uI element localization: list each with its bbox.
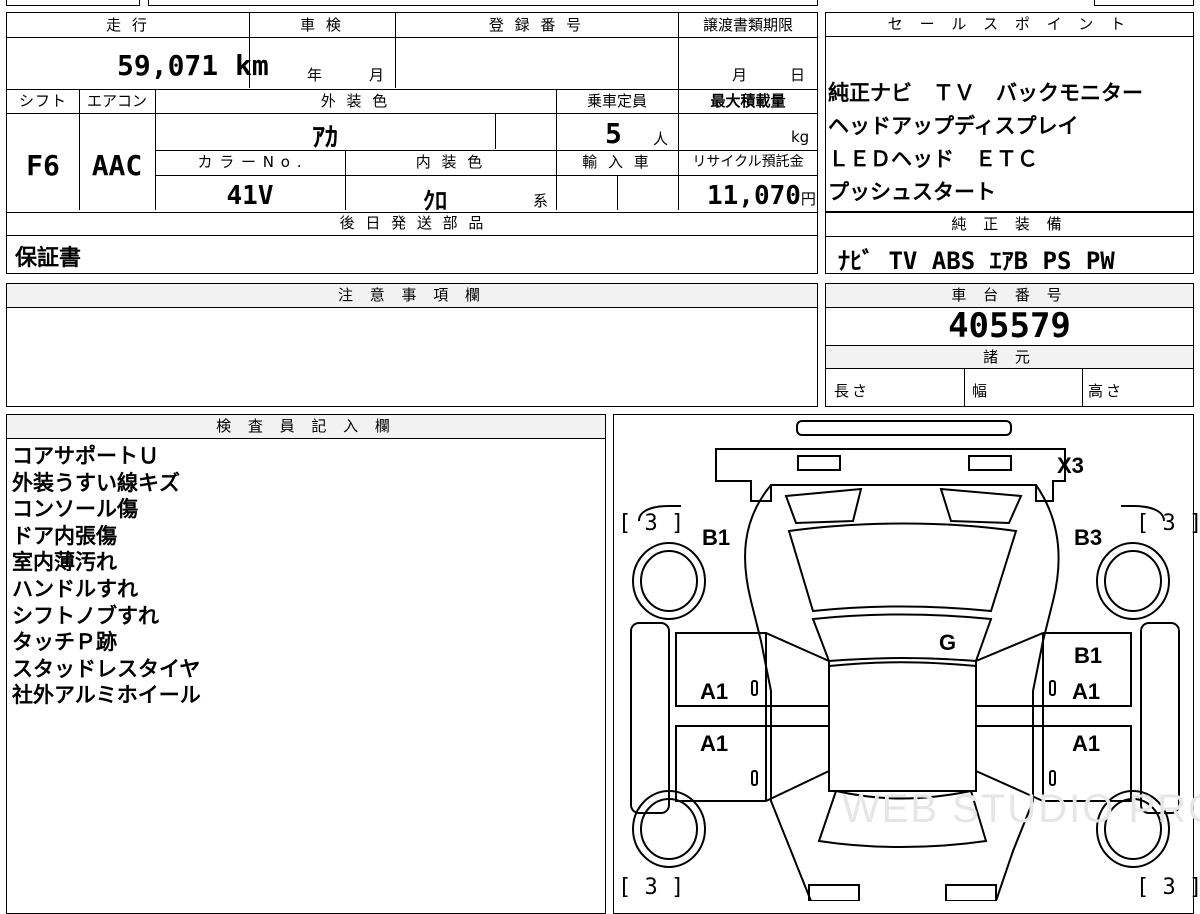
watermark: WEB STUDIO PRO bbox=[842, 787, 1200, 831]
transfer-month: 月 bbox=[732, 66, 751, 84]
import-label: 輸 入 車 bbox=[582, 153, 652, 171]
color-no-value: 41V bbox=[226, 181, 274, 211]
aircon-value: AAC bbox=[91, 149, 143, 182]
inspector-note: シフトノブすれ bbox=[12, 603, 159, 628]
car-diagram-panel: X3 [ 3 ] [ 3 ] [ 3 ] [ 3 ] B1 B3 G B1 A1… bbox=[613, 414, 1200, 914]
inspector-note: ハンドルすれ bbox=[12, 576, 138, 601]
inspector-notes: コアサポートＵ 外装うすい線キズ コンソール傷 ドア内張傷 室内薄汚れ ハンドル… bbox=[12, 443, 201, 709]
capacity-unit: 人 bbox=[653, 130, 669, 148]
mark-right-front-door: A1 bbox=[1072, 679, 1101, 704]
inspector-panel: 検 査 員 記 入 欄 コアサポートＵ 外装うすい線キズ コンソール傷 ドア内張… bbox=[6, 414, 606, 914]
inspector-note: ドア内張傷 bbox=[12, 523, 117, 548]
genuine-equipment-header: 純 正 装 備 bbox=[826, 213, 1193, 237]
shift-label: シフト bbox=[18, 92, 67, 110]
inspector-note: 室内薄汚れ bbox=[12, 550, 117, 575]
sales-points-panel: セ ー ル ス ポ イ ン ト 純正ナビ ＴＶ バックモニター ヘッドアップディ… bbox=[825, 12, 1194, 212]
notes-panel: 注 意 事 項 欄 bbox=[6, 283, 818, 407]
shift-value: F6 bbox=[26, 149, 60, 182]
later-parts-label: 後 日 発 送 部 品 bbox=[339, 214, 487, 232]
specs-header: 諸 元 bbox=[826, 345, 1193, 369]
inspector-note: スタッドレスタイヤ bbox=[12, 656, 201, 681]
mark-right-rear-door: A1 bbox=[1072, 731, 1101, 756]
mark-front-fender-left: B1 bbox=[702, 525, 731, 550]
chassis-panel: 車 台 番 号 405579 諸 元 長さ 幅 高さ bbox=[825, 283, 1194, 407]
transfer-deadline-label: 譲渡書類期限 bbox=[702, 16, 793, 34]
sales-point-line: ＬＥＤヘッド ＥＴＣ bbox=[828, 147, 1038, 171]
chassis-number: 405579 bbox=[948, 306, 1071, 346]
sales-point-line: プッシュスタート bbox=[828, 180, 996, 204]
mileage-value: 59,071 km bbox=[117, 49, 269, 82]
later-parts-value: 保証書 bbox=[15, 246, 82, 271]
inspector-note: 外装うすい線キズ bbox=[12, 470, 180, 495]
top-strip bbox=[148, 0, 818, 6]
inspection-year: 年 bbox=[307, 66, 326, 84]
interior-color-suffix: 系 bbox=[533, 192, 549, 210]
inspector-note: 社外アルミホイール bbox=[12, 683, 201, 708]
inspector-note: タッチＰ跡 bbox=[12, 630, 117, 655]
inspection-month: 月 bbox=[369, 66, 388, 84]
top-strip bbox=[6, 0, 140, 6]
inspection-label: 車 検 bbox=[300, 16, 344, 34]
mark-roof-glass: G bbox=[939, 630, 957, 655]
max-load-unit: kg bbox=[791, 128, 810, 146]
top-strip bbox=[1094, 0, 1194, 6]
inspector-note: コンソール傷 bbox=[12, 497, 138, 522]
registration-label: 登 録 番 号 bbox=[488, 16, 585, 34]
color-no-label: カ ラ ー N o . bbox=[197, 153, 303, 171]
mark-left-rear-door: A1 bbox=[700, 731, 729, 756]
mileage-label: 走 行 bbox=[106, 16, 150, 34]
mark-tire-rr: [ 3 ] bbox=[1136, 875, 1200, 900]
max-load-label: 最大積載量 bbox=[710, 92, 786, 110]
mark-tire-fl: [ 3 ] bbox=[618, 511, 685, 536]
chassis-header: 車 台 番 号 bbox=[826, 284, 1193, 308]
recycle-label: リサイクル預託金 bbox=[692, 154, 804, 170]
interior-color-value: ｸﾛ bbox=[423, 187, 447, 215]
capacity-value: 5 bbox=[605, 117, 622, 150]
height-label: 高さ bbox=[1088, 382, 1125, 400]
mark-front-fender-right: B3 bbox=[1074, 525, 1103, 550]
mark-tire-fr: [ 3 ] bbox=[1136, 511, 1200, 536]
mark-tire-rl: [ 3 ] bbox=[618, 875, 685, 900]
transfer-day: 日 bbox=[790, 66, 809, 84]
genuine-equipment-panel: 純 正 装 備 ﾅﾋﾞ TV ABS ｴｱB PS PW bbox=[825, 212, 1194, 275]
sales-points-header: セ ー ル ス ポ イ ン ト bbox=[826, 13, 1193, 37]
later-parts-row: 保証書 bbox=[6, 236, 818, 274]
inspector-header: 検 査 員 記 入 欄 bbox=[7, 415, 605, 439]
mileage-unit: km bbox=[235, 49, 269, 82]
vehicle-info-table: 走 行 車 検 登 録 番 号 譲渡書類期限 59,071 km 年 月 月 日… bbox=[6, 12, 818, 238]
mark-rear-right: X3 bbox=[1057, 453, 1084, 478]
exterior-color-value: ｱｶ bbox=[311, 123, 338, 153]
sales-point-line: 純正ナビ ＴＶ バックモニター bbox=[828, 81, 1143, 105]
aircon-label: エアコン bbox=[86, 92, 147, 110]
genuine-equipment-value: ﾅﾋﾞ TV ABS ｴｱB PS PW bbox=[838, 247, 1115, 275]
mark-left-front-door: A1 bbox=[700, 679, 729, 704]
inspector-note: コアサポートＵ bbox=[12, 444, 159, 468]
exterior-color-label: 外 装 色 bbox=[320, 92, 391, 110]
interior-color-label: 内 装 色 bbox=[415, 153, 486, 171]
sales-points-list: 純正ナビ ＴＶ バックモニター ヘッドアップディスプレイ ＬＥＤヘッド ＥＴＣ … bbox=[828, 77, 1143, 209]
mark-right-pillar: B1 bbox=[1074, 643, 1103, 668]
capacity-label: 乗車定員 bbox=[586, 92, 647, 110]
sales-point-line: ヘッドアップディスプレイ bbox=[828, 114, 1079, 138]
recycle-value: 11,070円 bbox=[707, 181, 816, 211]
length-label: 長さ bbox=[834, 382, 871, 400]
notes-header: 注 意 事 項 欄 bbox=[7, 284, 817, 308]
width-label: 幅 bbox=[972, 382, 991, 400]
recycle-unit: 円 bbox=[800, 190, 816, 208]
